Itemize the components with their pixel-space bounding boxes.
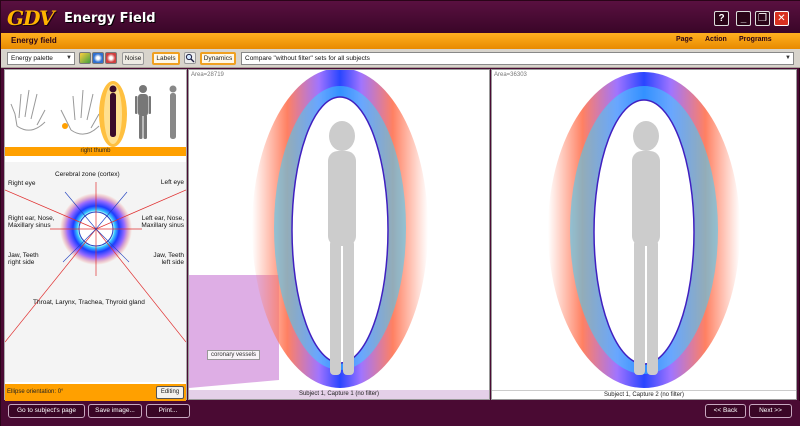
app-title: Energy Field	[64, 11, 156, 26]
body-side-icon[interactable]	[135, 85, 151, 139]
zone-throat: Throat, Larynx, Trachea, Thyroid gland	[33, 299, 145, 306]
capture-panel-2[interactable]: Area=36303 Subject 1, Capture 2 (no filt…	[491, 69, 797, 400]
editing-button[interactable]: Editing	[156, 386, 184, 399]
print-button[interactable]: Print...	[146, 404, 190, 418]
target-icon[interactable]	[105, 52, 117, 64]
capture-caption-2: Subject 1, Capture 2 (no filter)	[492, 390, 796, 399]
next-button[interactable]: Next >>	[749, 404, 792, 418]
bottom-bar: Go to subject's page Save image... Print…	[1, 401, 800, 426]
help-button[interactable]: ?	[714, 11, 729, 26]
capture-caption-1: Subject 1, Capture 1 (no filter)	[189, 390, 489, 399]
palette-select-value: Energy palette	[11, 55, 53, 62]
compare-select-value: Compare "without filter" sets for all su…	[245, 55, 370, 62]
capture-panel-1[interactable]: Area=28719 coronary vessels Subject 1, C…	[188, 69, 490, 400]
finger-marker	[62, 123, 68, 129]
dynamics-toggle[interactable]: Dynamics	[200, 52, 236, 65]
capture-selector	[10, 81, 177, 147]
grid-view-icon[interactable]	[92, 52, 104, 64]
toolbar: Energy palette ▼ Noise Labels Dynamics C…	[1, 49, 800, 68]
area-label-2: Area=36303	[494, 72, 527, 78]
sector-diagram: Cerebral zone (cortex) Right eye Left ey…	[5, 162, 186, 382]
zone-right-ear: Right ear, Nose, Maxillary sinus	[8, 215, 55, 229]
zone-jaw-right: Jaw, Teeth right side	[8, 252, 39, 266]
back-button[interactable]: << Back	[705, 404, 746, 418]
minimize-button[interactable]: _	[736, 11, 751, 26]
sector-diagram-graphic	[5, 162, 186, 382]
zone-right-eye: Right eye	[8, 180, 36, 187]
zone-left-ear: Left ear, Nose, Maxillary sinus	[141, 215, 184, 229]
body-front-selected-icon[interactable]	[99, 81, 127, 147]
app-logo: GDV	[7, 6, 55, 30]
body-back-icon[interactable]	[169, 85, 177, 140]
zone-left-eye: Left eye	[160, 179, 184, 186]
save-image-button[interactable]: Save image...	[88, 404, 142, 418]
area-label-1: Area=28719	[191, 72, 224, 78]
labels-toggle[interactable]: Labels	[152, 52, 180, 65]
go-to-subject-button[interactable]: Go to subject's page	[8, 404, 85, 418]
menu-programs[interactable]: Programs	[739, 36, 772, 43]
ellipse-orientation: Ellipse orientation: 0°	[7, 389, 64, 395]
section-header: Energy field Page Action Programs	[1, 33, 800, 49]
finger-caption: right thumb	[5, 147, 186, 156]
menu-action[interactable]: Action	[705, 36, 727, 43]
title-bar: GDV Energy Field ? _ ❐ ✕	[1, 1, 800, 33]
menu-page[interactable]: Page	[676, 36, 693, 43]
energy-field-image-1	[189, 70, 428, 388]
section-title: Energy field	[11, 36, 57, 45]
zoom-icon[interactable]	[184, 52, 196, 64]
ellipse-bar: Ellipse orientation: 0° Editing	[5, 384, 186, 401]
compare-select[interactable]: Compare "without filter" sets for all su…	[241, 52, 794, 65]
app-window: GDV Energy Field ? _ ❐ ✕ Energy field Pa…	[0, 0, 800, 426]
right-hand-icon[interactable]	[10, 89, 46, 131]
chevron-down-icon: ▼	[66, 55, 72, 61]
energy-field-image-2	[548, 72, 740, 388]
left-panel: right thumb Cerebral zone (cortex) Right…	[4, 69, 187, 401]
chevron-down-icon: ▼	[785, 55, 791, 61]
zone-cerebral: Cerebral zone (cortex)	[55, 171, 120, 178]
close-button[interactable]: ✕	[774, 11, 789, 26]
restore-button[interactable]: ❐	[755, 11, 770, 26]
noise-button[interactable]: Noise	[122, 52, 144, 65]
palette-icon[interactable]	[79, 52, 91, 64]
coronary-vessels-tooltip: coronary vessels	[207, 350, 261, 360]
palette-select[interactable]: Energy palette ▼	[7, 52, 75, 65]
zone-jaw-left: Jaw, Teeth left side	[153, 252, 184, 266]
